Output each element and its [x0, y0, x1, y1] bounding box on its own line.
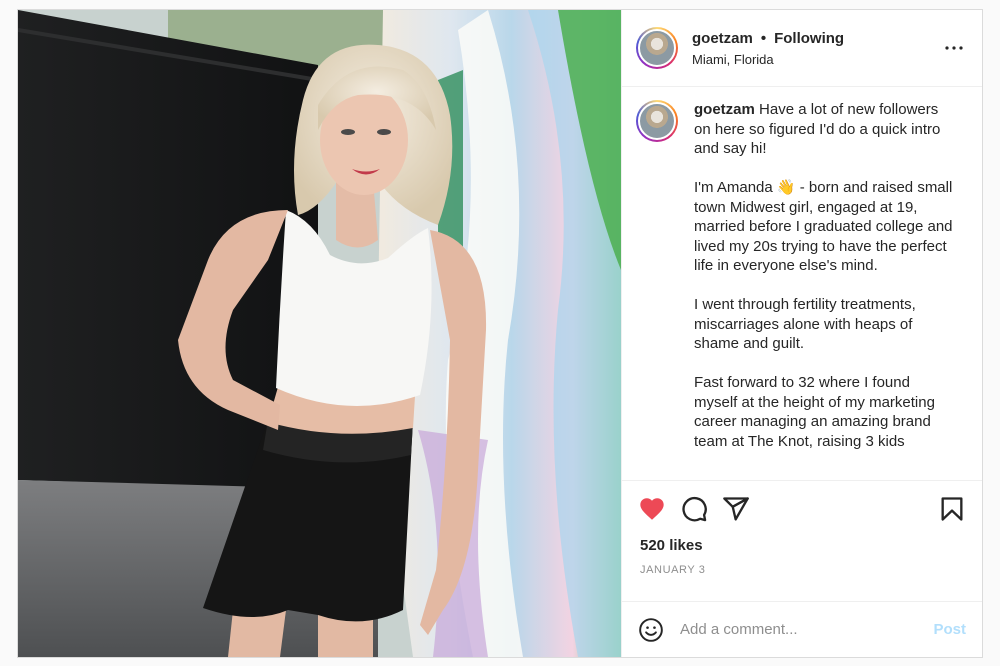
- action-bar: [622, 481, 982, 537]
- caption-paragraph: I went through fertility treatments, mis…: [694, 296, 916, 352]
- comment-icon[interactable]: [680, 495, 708, 523]
- bookmark-icon[interactable]: [938, 495, 966, 523]
- caption-paragraph: I'm Amanda 👋 - born and raised small tow…: [694, 179, 953, 274]
- caption-username-link[interactable]: goetzam: [694, 101, 755, 118]
- post-photo[interactable]: [18, 10, 621, 657]
- post-comment-button[interactable]: Post: [933, 621, 966, 638]
- avatar-image: [638, 29, 676, 67]
- caption-paragraph: Fast forward to 32 where I found myself …: [694, 374, 935, 450]
- post-date[interactable]: JANUARY 3: [622, 554, 982, 601]
- caption-area: goetzam Have a lot of new followers on h…: [622, 87, 982, 481]
- comment-input[interactable]: [680, 621, 934, 638]
- username-link[interactable]: goetzam: [692, 30, 753, 47]
- share-icon[interactable]: [722, 495, 750, 523]
- separator-dot: •: [760, 29, 767, 47]
- header-line: goetzam • Following: [692, 30, 942, 47]
- avatar-image: [638, 102, 676, 140]
- heart-filled-icon[interactable]: [638, 495, 666, 523]
- profile-avatar[interactable]: [636, 27, 678, 69]
- caption-text: goetzam Have a lot of new followers on h…: [694, 100, 954, 480]
- caption-paragraph: goetzam Have a lot of new followers on h…: [694, 100, 954, 159]
- post-photo-image: [18, 10, 621, 657]
- smiley-icon[interactable]: [638, 617, 664, 643]
- post-side-panel: goetzam • Following Miami, Florida goetz…: [621, 10, 982, 657]
- likes-count[interactable]: 520 likes: [622, 537, 982, 554]
- more-options-icon[interactable]: [942, 36, 966, 60]
- following-button[interactable]: Following: [774, 30, 844, 47]
- header-text: goetzam • Following Miami, Florida: [692, 30, 942, 67]
- post-header: goetzam • Following Miami, Florida: [622, 10, 982, 87]
- location-link[interactable]: Miami, Florida: [692, 52, 942, 67]
- instagram-post: goetzam • Following Miami, Florida goetz…: [17, 9, 983, 658]
- caption-avatar[interactable]: [636, 100, 678, 142]
- comment-form: Post: [622, 601, 982, 657]
